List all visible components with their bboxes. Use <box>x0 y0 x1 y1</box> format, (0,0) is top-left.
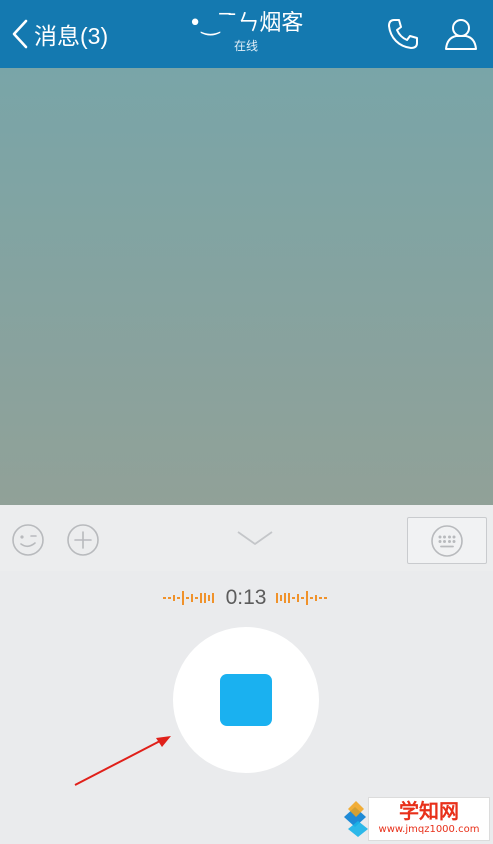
phone-icon <box>388 19 418 49</box>
sound-wave-right-icon <box>276 591 327 605</box>
profile-button[interactable] <box>443 16 479 56</box>
site-watermark: 学知网 www.jmqz1000.com <box>340 791 493 844</box>
contact-status: 在线 <box>233 39 258 53</box>
person-icon <box>445 19 477 50</box>
back-button[interactable]: 消息(3) <box>10 14 108 54</box>
keyboard-icon <box>431 524 463 557</box>
emoji-icon <box>12 524 44 556</box>
message-area <box>0 68 493 505</box>
keyboard-button[interactable] <box>407 517 487 564</box>
contact-title-block[interactable]: •‿‾ ̄ㄣ烟客 在线 <box>146 10 346 54</box>
more-button[interactable] <box>66 523 100 561</box>
watermark-title: 学知网 <box>399 799 459 823</box>
input-toolbar <box>0 505 493 571</box>
stop-icon <box>220 674 272 726</box>
sound-wave-left-icon <box>163 591 214 605</box>
contact-name: •‿‾ ̄ㄣ烟客 <box>188 11 304 36</box>
chat-header: 消息(3) •‿‾ ̄ㄣ烟客 在线 <box>0 0 493 68</box>
plus-icon <box>67 524 99 556</box>
watermark-box: 学知网 www.jmqz1000.com <box>368 797 490 841</box>
collapse-panel-button[interactable] <box>236 529 274 551</box>
recording-timer: 0:13 <box>225 586 267 609</box>
recording-indicator: 0:13 <box>0 585 493 611</box>
back-chevron-icon <box>12 19 28 49</box>
watermark-url: www.jmqz1000.com <box>378 824 480 835</box>
chevron-down-icon <box>237 531 273 545</box>
back-label: 消息(3) <box>34 23 109 49</box>
call-button[interactable] <box>386 17 420 55</box>
stop-record-button[interactable] <box>173 627 319 773</box>
emoji-button[interactable] <box>11 523 45 561</box>
